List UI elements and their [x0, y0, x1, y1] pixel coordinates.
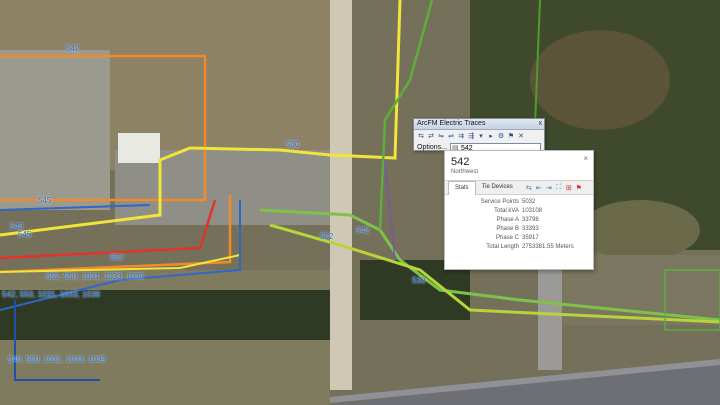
toolbar-title: ArcFM Electric Traces — [417, 120, 486, 127]
select-icon[interactable]: ⊞ — [565, 184, 573, 192]
stat-row: Phase B 33393 — [455, 225, 574, 234]
stat-row: Service Points 5032 — [455, 198, 574, 207]
stat-label: Phase A — [496, 217, 519, 223]
upstream-icon[interactable]: ⇤ — [535, 184, 543, 192]
feeder-info-popup: 542 Northwest × Stats Tie Devices ⇆ ⇤ ⇥ … — [444, 150, 594, 270]
close-icon[interactable]: × — [583, 154, 588, 163]
map-label: 546, 550, 1031, 1033, 1039 — [8, 355, 106, 364]
dropdown-icon[interactable]: ▾ — [477, 132, 485, 141]
stat-value: 33393 — [522, 226, 539, 232]
stat-row: Phase C 35917 — [455, 234, 574, 243]
stat-value: 103108 — [522, 208, 543, 214]
map-label: 542 — [356, 226, 370, 235]
tab-stats[interactable]: Stats — [448, 180, 476, 195]
flag-icon[interactable]: ⚑ — [507, 132, 515, 141]
stat-row: Phase A 33798 — [455, 216, 574, 225]
map-label: 530 — [412, 276, 426, 285]
stat-value: 33798 — [522, 217, 539, 223]
map-label: 552 — [110, 253, 124, 262]
map-label: 552 — [320, 232, 334, 241]
trace-downstream-icon[interactable]: ⇄ — [427, 132, 435, 141]
map-label: 542, 550, 1031, 1033, 1038 — [2, 290, 100, 299]
trace-protective-icon[interactable]: ⇌ — [447, 132, 455, 141]
trace-phase-icon[interactable]: ⇶ — [467, 132, 475, 141]
stat-label: Total Length — [486, 244, 519, 250]
map-label: 552, 550, 1031, 1033, 1035 — [46, 272, 144, 281]
feeder-subtitle: Northwest — [451, 169, 479, 175]
downstream-icon[interactable]: ⇥ — [545, 184, 553, 192]
trace-isolate-icon[interactable]: ⇋ — [437, 132, 445, 141]
map-label: 545 — [38, 196, 52, 205]
stat-label: Phase C — [495, 235, 519, 241]
stat-value: 2753381.55 Meters — [522, 244, 574, 250]
settings-icon[interactable]: ⚙ — [497, 132, 505, 141]
map-label: 542 — [66, 44, 80, 53]
stat-label: Phase B — [496, 226, 519, 232]
close-icon[interactable]: x — [539, 119, 543, 129]
flag-icon[interactable]: ⚑ — [575, 184, 583, 192]
feeder-title: 542 — [451, 156, 470, 168]
stat-row: Total Length 2753381.55 Meters — [455, 243, 574, 252]
arrow-icon[interactable]: ▸ — [487, 132, 495, 141]
map-label: 545 — [18, 230, 32, 239]
stat-value: 35917 — [522, 235, 539, 241]
trace-upstream-icon[interactable]: ⇆ — [417, 132, 425, 141]
stat-label: Total kVA — [494, 208, 519, 214]
trace-feeder-icon[interactable]: ⇉ — [457, 132, 465, 141]
toolbar-titlebar[interactable]: ArcFM Electric Traces x — [414, 119, 544, 130]
clear-icon[interactable]: ✕ — [517, 132, 525, 141]
trace-toolbar-window: ArcFM Electric Traces x ⇆ ⇄ ⇋ ⇌ ⇉ ⇶ ▾ ▸ … — [413, 118, 545, 152]
zoom-extent-icon[interactable]: ⛶ — [555, 184, 563, 192]
stat-value: 5032 — [522, 199, 536, 205]
map-label: 530 — [286, 140, 300, 149]
tab-tie-devices[interactable]: Tie Devices — [476, 181, 519, 194]
stat-row: Total kVA 103108 — [455, 207, 574, 216]
stats-table: Service Points 5032 Total kVA 103108 Pha… — [455, 198, 574, 252]
popup-tabs: Stats Tie Devices ⇆ ⇤ ⇥ ⛶ ⊞ ⚑ — [445, 180, 593, 195]
trace-icon[interactable]: ⇆ — [525, 184, 533, 192]
options-button[interactable]: Options... — [417, 144, 447, 151]
stat-label: Service Points — [480, 199, 519, 205]
map-canvas[interactable] — [0, 0, 720, 405]
